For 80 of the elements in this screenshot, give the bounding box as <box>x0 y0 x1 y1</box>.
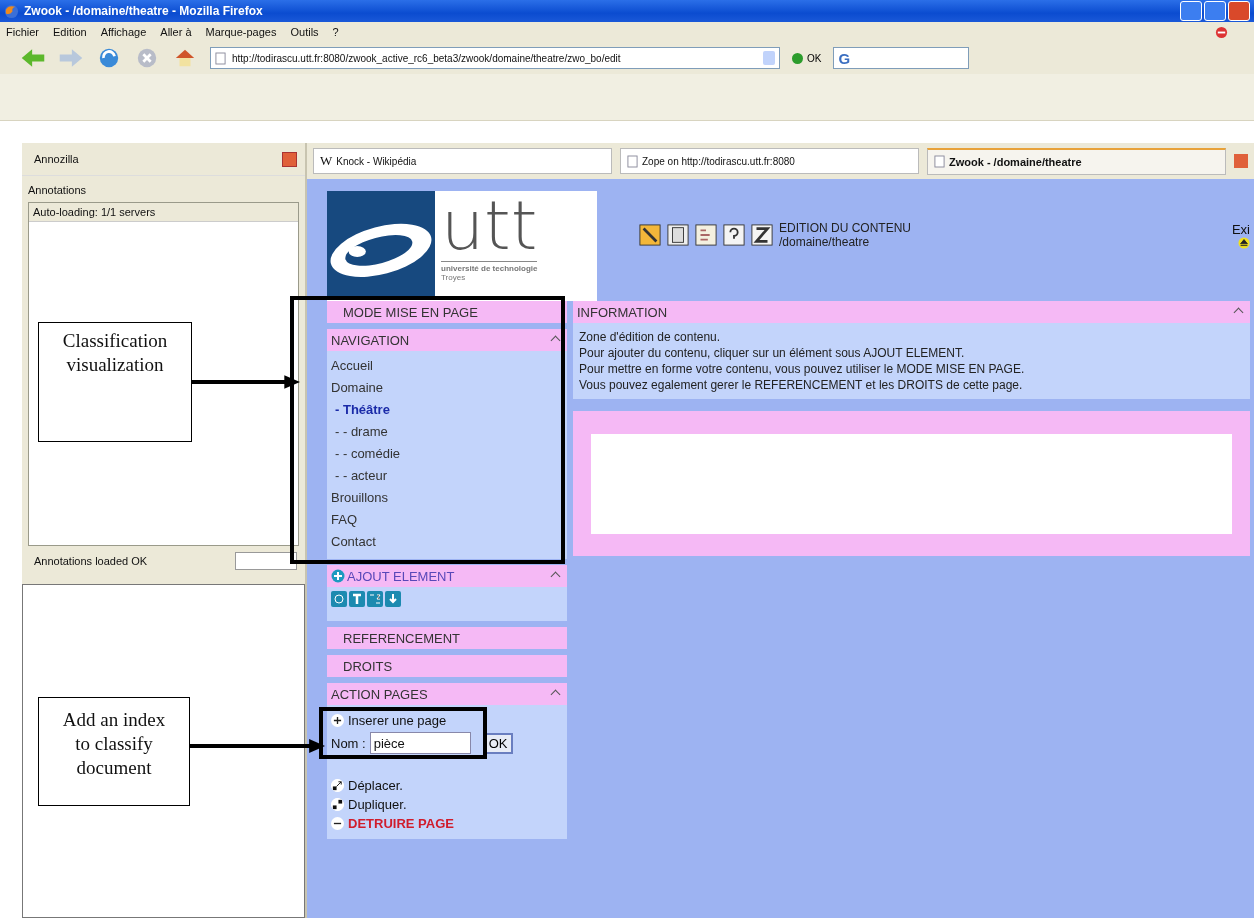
section-label: Annotations <box>27 183 88 198</box>
sort-icon[interactable] <box>367 591 383 607</box>
mode-bar[interactable]: MODE MISE EN PAGE <box>327 301 567 323</box>
menu-item[interactable]: Edition <box>53 26 87 38</box>
action-link[interactable]: Inserer une page <box>348 713 447 728</box>
panel-header[interactable]: AJOUT ELEMENT <box>327 565 567 587</box>
page-path: /domaine/theatre <box>779 235 871 249</box>
menu-item[interactable]: Outils <box>290 26 319 38</box>
search-engine-icon[interactable]: G <box>838 49 851 67</box>
zope-icon[interactable] <box>751 223 773 247</box>
globe-icon <box>4 3 19 19</box>
nav-link[interactable]: - Théâtre <box>331 399 390 421</box>
go-button[interactable]: OK <box>792 52 822 64</box>
minus-icon <box>331 817 344 830</box>
info-text: Zone d'édition de contenu. <box>579 329 722 345</box>
section-bar[interactable]: REFERENCEMENT <box>327 627 567 649</box>
nav-link[interactable]: Domaine <box>331 377 384 399</box>
nav-link[interactable]: - - comédie <box>331 443 401 465</box>
search-field[interactable]: G <box>833 47 970 69</box>
delete-page-link[interactable]: DETRUIRE PAGE <box>348 816 454 831</box>
page-heading: EDITION DU CONTENU <box>779 221 911 235</box>
action-link[interactable]: Dupliquer. <box>348 797 407 812</box>
address-field[interactable]: http://todirascu.utt.fr:8080/zwook_active_rc6_beta3/zwook/domaine/theatre/zwo_bo/edit <box>210 47 780 69</box>
page-icon <box>215 51 226 65</box>
help-icon[interactable] <box>723 223 745 247</box>
site-icon: W <box>320 153 333 169</box>
nav-link[interactable]: Accueil <box>331 355 373 377</box>
browser-tab[interactable]: Zope on http://todirascu.utt.fr:8080 <box>620 148 919 174</box>
list-icon[interactable] <box>695 223 717 247</box>
panel-header[interactable]: INFORMATION <box>573 301 1250 323</box>
menu-item[interactable]: Affichage <box>100 26 147 38</box>
arrow-icon <box>331 779 344 792</box>
squares-icon <box>331 798 344 811</box>
panel-header[interactable]: NAVIGATION <box>327 329 567 351</box>
info-text: Pour mettre en forme votre contenu, vous pouvez utiliser le MODE MISE EN PAGE. <box>579 361 1026 377</box>
list-header: Auto-loading: 1/1 servers <box>29 203 298 222</box>
logo-name: utt <box>441 191 538 261</box>
menu-item[interactable]: ? <box>332 26 339 38</box>
stop-icon[interactable] <box>1215 25 1228 39</box>
page-icon <box>934 155 945 168</box>
status-field <box>235 552 297 570</box>
nav-link[interactable]: - - drame <box>331 421 388 443</box>
name-field[interactable]: pièce <box>369 732 471 754</box>
panel-header[interactable]: ACTION PAGES <box>327 683 567 705</box>
page-icon[interactable] <box>667 223 689 247</box>
page-icon <box>627 154 638 168</box>
maximize-button[interactable] <box>1204 1 1226 21</box>
plus-icon <box>331 714 344 727</box>
browser-tab[interactable]: Zwook - /domaine/theatre <box>927 147 1226 175</box>
browser-tab[interactable]: W Knock - Wikipédia <box>313 148 612 174</box>
text-icon[interactable] <box>349 591 365 607</box>
callout-text: Add an index to classify document <box>61 708 167 780</box>
menu-item[interactable]: Aller à <box>160 26 192 38</box>
action-link[interactable]: Déplacer. <box>348 778 403 793</box>
download-icon[interactable] <box>385 591 401 607</box>
nav-link[interactable]: Contact <box>331 531 376 553</box>
info-text: Pour ajouter du contenu, cliquer sur un élément sous AJOUT ELEMENT. <box>579 345 966 361</box>
sidebar-title: Annozilla <box>34 153 79 165</box>
logo-subtitle: université de technologie <box>441 261 538 273</box>
info-text: Vous pouvez egalement gerer le REFERENCEMENT et les DROITS de cette page. <box>579 377 1024 393</box>
menu-item[interactable]: Marque-pages <box>205 26 277 38</box>
nav-link[interactable]: FAQ <box>331 509 357 531</box>
add-icon <box>331 569 345 583</box>
close-button[interactable] <box>282 151 297 167</box>
image-icon[interactable] <box>331 591 347 607</box>
field-label: Nom : <box>331 735 366 751</box>
url-text: http://todirascu.utt.fr:8080/zwook_active_rc6_beta3/zwook/domaine/theatre/zwo_bo/edit <box>232 52 621 64</box>
pencil-icon[interactable] <box>639 223 661 247</box>
section-bar[interactable]: DROITS <box>327 655 567 677</box>
exit-link[interactable]: Exi <box>1231 221 1250 237</box>
menu-item[interactable]: Fichier <box>6 26 39 38</box>
status-text: Annotations loaded OK <box>34 555 148 567</box>
minimize-button[interactable] <box>1180 1 1202 21</box>
nav-link[interactable]: Brouillons <box>331 487 389 509</box>
window-title: Zwook - /domaine/theatre - Mozilla Firefox <box>24 4 263 18</box>
eject-icon[interactable] <box>1238 236 1250 249</box>
callout-text: Classification visualization <box>61 329 169 377</box>
nav-link[interactable]: - - acteur <box>331 465 387 487</box>
logo-city: Troyes <box>441 273 467 282</box>
back-icon[interactable] <box>20 47 46 69</box>
